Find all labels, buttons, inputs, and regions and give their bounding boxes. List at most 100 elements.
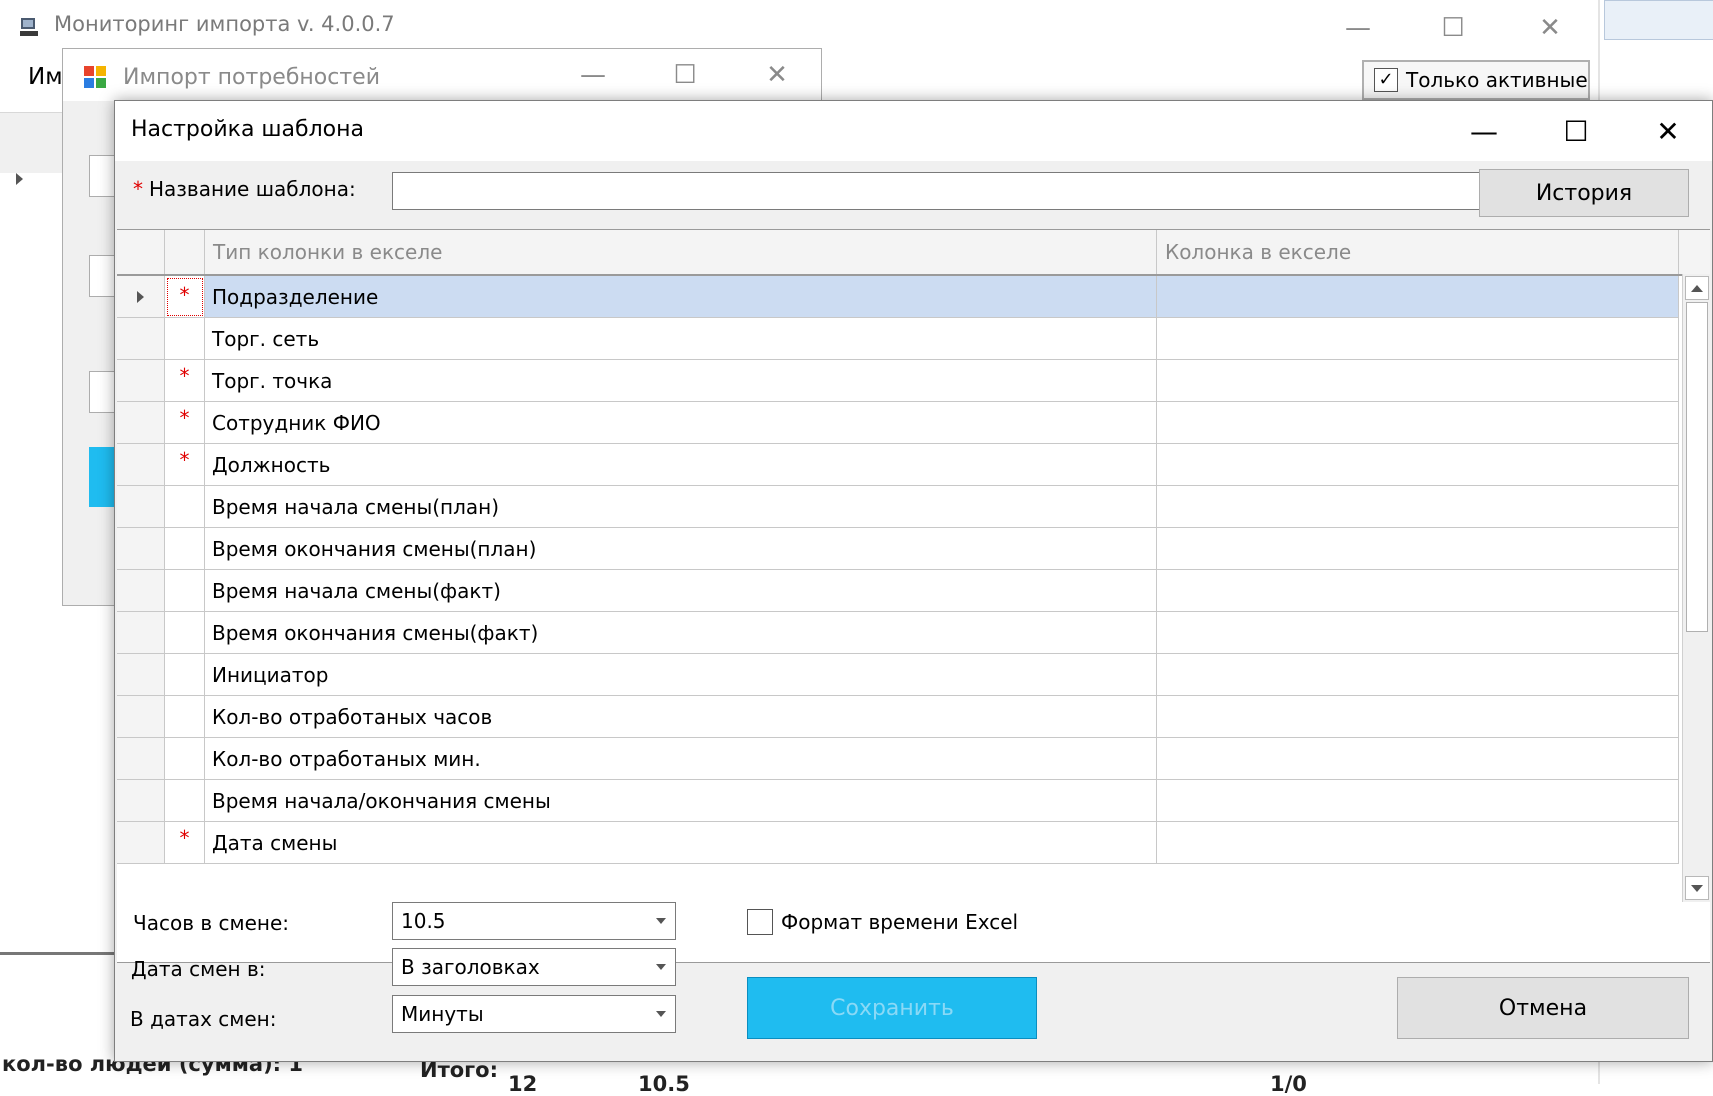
required-cell xyxy=(165,528,205,570)
required-mark: * xyxy=(179,826,190,850)
checkbox-box[interactable] xyxy=(747,909,773,935)
grid-row[interactable]: Время окончания смены(факт) xyxy=(117,612,1679,654)
minimize-icon[interactable]: — xyxy=(1330,6,1386,50)
required-cell: * xyxy=(165,402,205,444)
history-button[interactable]: История xyxy=(1479,169,1689,217)
grid-row[interactable]: * Должность xyxy=(117,444,1679,486)
menu-item-import[interactable]: Им xyxy=(28,64,63,90)
in-shift-dates-select[interactable]: Минуты xyxy=(392,995,676,1033)
minimize-icon[interactable]: — xyxy=(565,53,621,97)
grid-row[interactable]: Кол-во отработаных часов xyxy=(117,696,1679,738)
grid-row[interactable]: Торг. сеть xyxy=(117,318,1679,360)
excel-column-cell[interactable] xyxy=(1157,570,1679,612)
excel-column-cell[interactable] xyxy=(1157,780,1679,822)
grid-row[interactable]: * Торг. точка xyxy=(117,360,1679,402)
row-header xyxy=(117,570,165,612)
grid-row[interactable]: Время начала/окончания смены xyxy=(117,780,1679,822)
background-window-fragment xyxy=(1604,0,1713,40)
checkmark-icon: ✓ xyxy=(1374,68,1398,92)
chevron-down-icon[interactable] xyxy=(647,949,675,985)
grid-row[interactable]: Время окончания смены(план) xyxy=(117,528,1679,570)
column-header-type[interactable]: Тип колонки в екселе xyxy=(205,230,1157,274)
type-cell[interactable]: Торг. сеть xyxy=(205,318,1157,360)
template-name-label: Название шаблона: xyxy=(149,177,356,201)
type-cell[interactable]: Время начала смены(факт) xyxy=(205,570,1157,612)
type-cell[interactable]: Время начала смены(план) xyxy=(205,486,1157,528)
required-cell xyxy=(165,486,205,528)
chevron-down-icon[interactable] xyxy=(647,996,675,1032)
row-header xyxy=(117,402,165,444)
excel-column-cell[interactable] xyxy=(1157,528,1679,570)
type-cell[interactable]: Кол-во отработаных часов xyxy=(205,696,1157,738)
type-cell[interactable]: Время начала/окончания смены xyxy=(205,780,1157,822)
chevron-down-icon[interactable] xyxy=(647,903,675,939)
excel-column-cell[interactable] xyxy=(1157,276,1679,318)
required-mark: * xyxy=(133,177,143,201)
close-icon[interactable]: ✕ xyxy=(1625,101,1711,161)
row-header xyxy=(117,318,165,360)
header-filler xyxy=(1679,230,1710,274)
row-header xyxy=(117,528,165,570)
excel-column-cell[interactable] xyxy=(1157,444,1679,486)
required-cell xyxy=(165,738,205,780)
excel-column-cell[interactable] xyxy=(1157,612,1679,654)
grid-row[interactable]: * Дата смены xyxy=(117,822,1679,864)
required-cell xyxy=(165,570,205,612)
type-cell[interactable]: Должность xyxy=(205,444,1157,486)
close-icon[interactable]: ✕ xyxy=(749,53,805,97)
hours-in-shift-label: Часов в смене: xyxy=(133,911,289,935)
grid-row[interactable]: Время начала смены(факт) xyxy=(117,570,1679,612)
import-window-title: Импорт потребностей xyxy=(123,65,380,90)
excel-column-cell[interactable] xyxy=(1157,696,1679,738)
maximize-icon[interactable]: ☐ xyxy=(1533,101,1619,161)
type-cell[interactable]: Кол-во отработаных мин. xyxy=(205,738,1157,780)
excel-column-cell[interactable] xyxy=(1157,486,1679,528)
column-header-excel-column[interactable]: Колонка в екселе xyxy=(1157,230,1679,274)
row-header xyxy=(117,360,165,402)
excel-column-cell[interactable] xyxy=(1157,402,1679,444)
divider xyxy=(0,952,120,955)
maximize-icon[interactable]: ☐ xyxy=(1425,6,1481,50)
excel-column-cell[interactable] xyxy=(1157,360,1679,402)
required-cell: * xyxy=(165,276,205,318)
type-cell[interactable]: Торг. точка xyxy=(205,360,1157,402)
app-icon xyxy=(20,18,38,36)
scroll-down-icon[interactable] xyxy=(1685,876,1709,900)
excel-time-format-checkbox[interactable]: Формат времени Excel xyxy=(747,909,1018,935)
excel-column-cell[interactable] xyxy=(1157,822,1679,864)
row-header xyxy=(117,612,165,654)
itogo-value-ratio: 1/0 xyxy=(1270,1072,1307,1096)
template-name-input[interactable] xyxy=(392,172,1580,210)
save-button[interactable]: Сохранить xyxy=(747,977,1037,1039)
type-cell[interactable]: Инициатор xyxy=(205,654,1157,696)
type-cell[interactable]: Сотрудник ФИО xyxy=(205,402,1157,444)
scroll-thumb[interactable] xyxy=(1686,302,1708,632)
only-active-checkbox[interactable]: ✓ Только активные xyxy=(1362,60,1590,100)
required-mark: * xyxy=(179,406,190,430)
grid-row[interactable]: * Подразделение xyxy=(117,276,1679,318)
cancel-button[interactable]: Отмена xyxy=(1397,977,1689,1039)
grid-row[interactable]: Кол-во отработаных мин. xyxy=(117,738,1679,780)
grid-row[interactable]: * Сотрудник ФИО xyxy=(117,402,1679,444)
window-icon xyxy=(84,66,106,88)
shift-date-in-select[interactable]: В заголовках xyxy=(392,948,676,986)
type-cell[interactable]: Дата смены xyxy=(205,822,1157,864)
scroll-up-icon[interactable] xyxy=(1685,276,1709,300)
template-settings-dialog: Настройка шаблона — ☐ ✕ * Название шабло… xyxy=(114,100,1713,1062)
type-cell[interactable]: Подразделение xyxy=(205,276,1157,318)
maximize-icon[interactable]: ☐ xyxy=(657,53,713,97)
dialog-title: Настройка шаблона xyxy=(131,117,364,142)
excel-column-cell[interactable] xyxy=(1157,738,1679,780)
required-cell xyxy=(165,696,205,738)
grid-body: * Подразделение Торг. сеть * Торг. точка… xyxy=(117,276,1679,902)
hours-in-shift-select[interactable]: 10.5 xyxy=(392,902,676,940)
minimize-icon[interactable]: — xyxy=(1441,101,1527,161)
excel-column-cell[interactable] xyxy=(1157,318,1679,360)
type-cell[interactable]: Время окончания смены(факт) xyxy=(205,612,1157,654)
grid-row[interactable]: Инициатор xyxy=(117,654,1679,696)
type-cell[interactable]: Время окончания смены(план) xyxy=(205,528,1157,570)
grid-vertical-scrollbar[interactable] xyxy=(1682,274,1710,902)
close-icon[interactable]: ✕ xyxy=(1522,6,1578,50)
grid-row[interactable]: Время начала смены(план) xyxy=(117,486,1679,528)
excel-column-cell[interactable] xyxy=(1157,654,1679,696)
